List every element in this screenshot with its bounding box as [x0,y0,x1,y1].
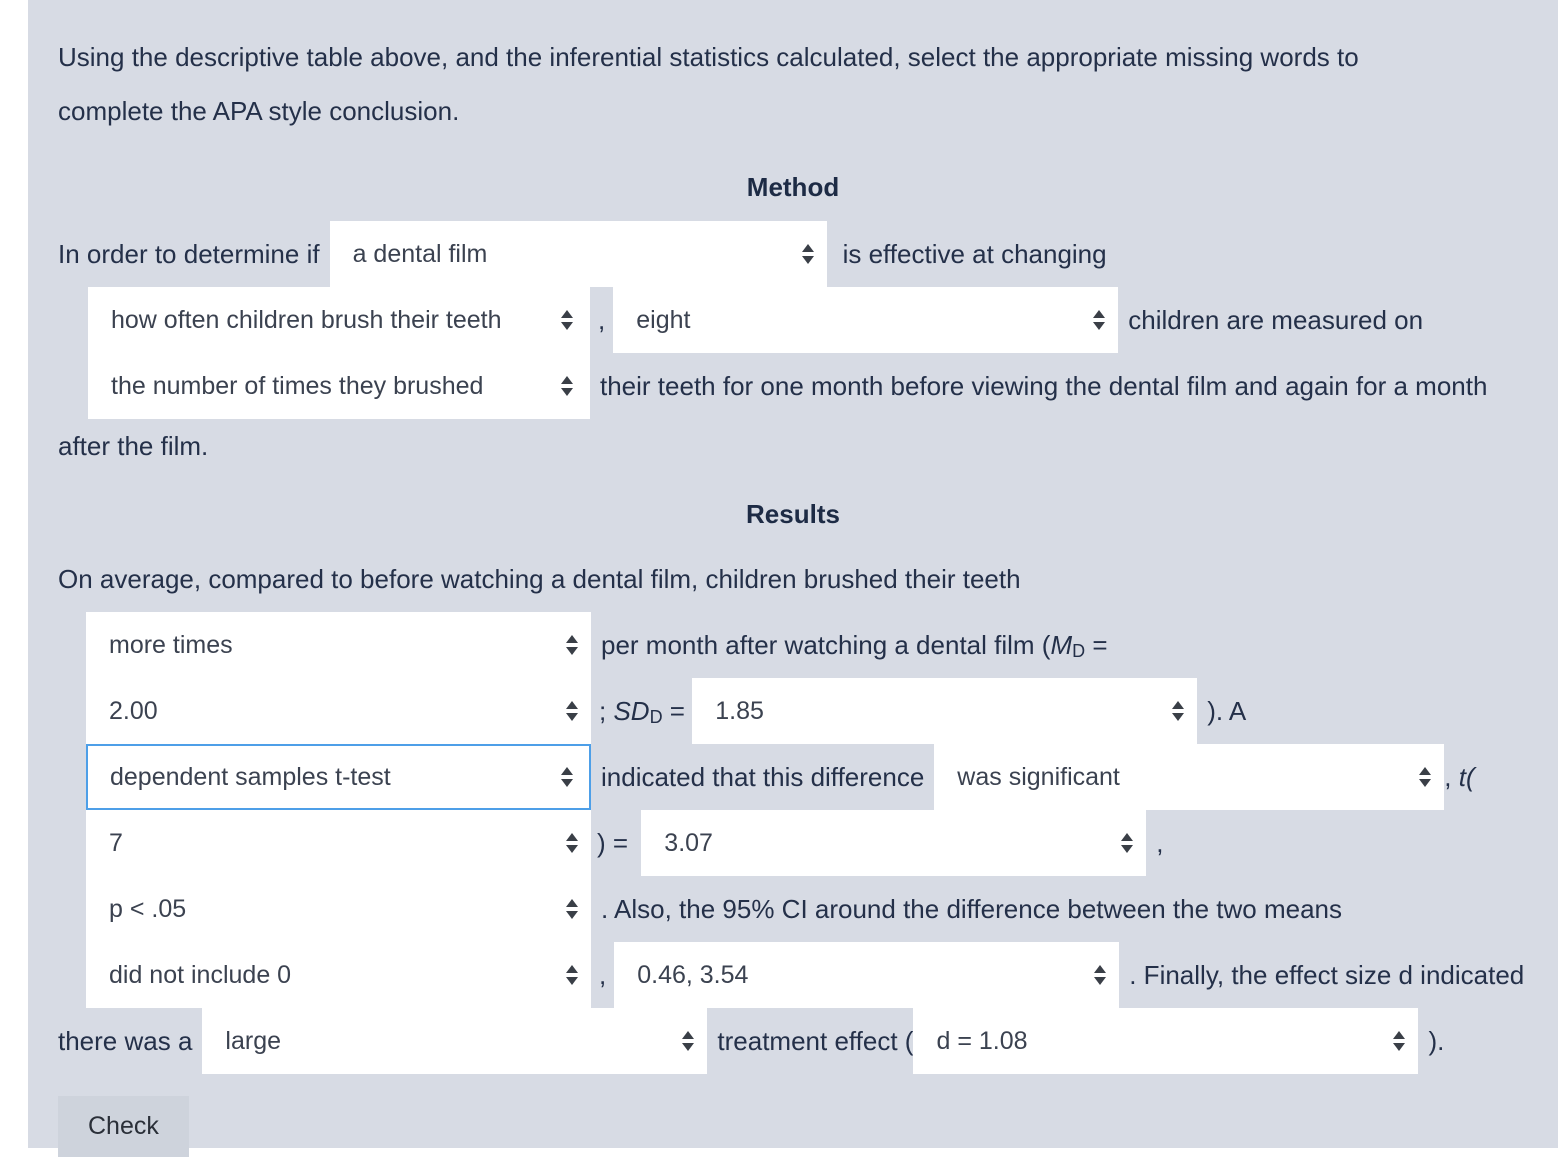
results-row-6: p < .05 . Also, the 95% CI around the di… [86,876,1558,942]
ci-inclusion-select[interactable]: did not include 0 [86,942,591,1008]
sample-size-select-value: eight [636,305,691,334]
chevron-updown-icon [1170,698,1186,724]
chevron-updown-icon [1417,764,1433,790]
results-text-13: . Finally, the effect size d indicated [1129,959,1525,990]
results-row-7: did not include 0 , 0.46, 3.54 . Finally… [86,942,1558,1008]
results-text-11: . Also, the 95% CI around the difference… [601,893,1342,924]
method-text-6: after the film. [58,430,209,461]
results-text-14: there was a [58,1025,193,1056]
method-text-1: In order to determine if [58,238,320,269]
instructions: Using the descriptive table above, and t… [58,30,1458,138]
treatment-select[interactable]: a dental film [329,221,827,287]
treatment-select-value: a dental film [352,239,488,268]
method-row-4: after the film. [58,419,1558,473]
significance-select-value: was significant [957,762,1120,791]
degrees-of-freedom-select-value: 7 [109,828,123,857]
md-subscript: D [1072,640,1086,661]
significance-select[interactable]: was significant [934,744,1445,810]
results-text-2: per month after watching a dental film ( [601,629,1051,660]
t-statistic-symbol: t( [1458,761,1475,792]
results-row-4: dependent samples t-test indicated that … [86,744,1558,810]
effect-size-value-select-value: d = 1.08 [936,1026,1028,1055]
chevron-updown-icon [1391,1028,1407,1054]
sd-symbol: SD [613,695,650,726]
chevron-updown-icon [1092,962,1108,988]
results-text-10: , [1156,827,1164,858]
md-symbol: M [1050,629,1073,660]
results-text-3: = [1085,629,1108,660]
chevron-updown-icon [564,830,580,856]
results-heading-text: Results [746,499,840,529]
method-row-1: In order to determine if a dental film i… [58,221,1558,287]
mean-difference-select[interactable]: 2.00 [86,678,591,744]
exercise-panel: Using the descriptive table above, and t… [28,0,1558,1157]
chevron-updown-icon [559,373,575,399]
chevron-updown-icon [564,962,580,988]
method-row-3: the number of times they brushed their t… [88,353,1558,419]
method-text-4: children are measured on [1128,304,1424,335]
method-text-5: their teeth for one month before viewing… [600,370,1488,401]
chevron-updown-icon [680,1028,696,1054]
effect-size-label-select[interactable]: large [202,1008,708,1074]
ci-values-select[interactable]: 0.46, 3.54 [614,942,1120,1008]
chevron-updown-icon [564,896,580,922]
p-value-select-value: p < .05 [109,894,187,923]
results-row-5: 7 ) = 3.07 , [86,810,1558,876]
method-text-3: , [598,304,606,335]
results-text-15: treatment effect ( [717,1025,914,1056]
ci-inclusion-select-value: did not include 0 [109,960,292,989]
t-value-select[interactable]: 3.07 [641,810,1147,876]
dependent-variable-select-value: how often children brush their teeth [111,305,502,334]
results-text-9: ) = [597,827,636,858]
results-text-1: On average, compared to before watching … [58,563,1021,594]
results-heading: Results [28,499,1558,530]
standard-deviation-select[interactable]: 1.85 [692,678,1198,744]
dependent-variable-select[interactable]: how often children brush their teeth [88,287,590,353]
chevron-updown-icon [564,698,580,724]
method-text-2: is effective at changing [842,238,1107,269]
ci-values-select-value: 0.46, 3.54 [637,960,749,989]
results-text-16: ). [1428,1025,1445,1056]
mean-difference-select-value: 2.00 [109,696,158,725]
test-name-select-value: dependent samples t-test [110,762,391,791]
instructions-line-2: complete the APA style conclusion. [58,96,460,126]
results-text-7: indicated that this difference [601,761,925,792]
measure-select[interactable]: the number of times they brushed [88,353,590,419]
results-text-6: ). A [1207,695,1247,726]
standard-deviation-select-value: 1.85 [715,696,764,725]
chevron-updown-icon [1119,830,1135,856]
chevron-updown-icon [800,241,816,267]
measure-select-value: the number of times they brushed [111,371,484,400]
method-row-2: how often children brush their teeth , e… [88,287,1558,353]
test-name-select[interactable]: dependent samples t-test [86,744,591,810]
sd-subscript: D [649,706,663,727]
results-text-12: , [599,959,607,990]
chevron-updown-icon [559,307,575,333]
p-value-select[interactable]: p < .05 [86,876,591,942]
t-value-select-value: 3.07 [664,828,713,857]
results-row-2: more times per month after watching a de… [86,612,1558,678]
method-heading-text: Method [746,172,840,202]
chevron-updown-icon [1091,307,1107,333]
effect-size-label-select-value: large [225,1026,281,1055]
results-text-5: = [662,695,693,726]
sample-size-select[interactable]: eight [613,287,1119,353]
results-row-8: there was a large treatment effect ( d =… [58,1008,1558,1074]
chevron-updown-icon [559,764,575,790]
results-row-1: On average, compared to before watching … [58,552,1558,606]
results-text-4: ; [599,695,614,726]
chevron-updown-icon [564,632,580,658]
instructions-line-1: Using the descriptive table above, and t… [58,42,1359,72]
degrees-of-freedom-select[interactable]: 7 [86,810,591,876]
method-heading: Method [28,172,1558,203]
direction-select-value: more times [109,630,233,659]
direction-select[interactable]: more times [86,612,591,678]
effect-size-value-select[interactable]: d = 1.08 [913,1008,1419,1074]
results-row-3: 2.00 ; SD D = 1.85 ). A [86,678,1558,744]
results-text-8: , [1444,761,1459,792]
